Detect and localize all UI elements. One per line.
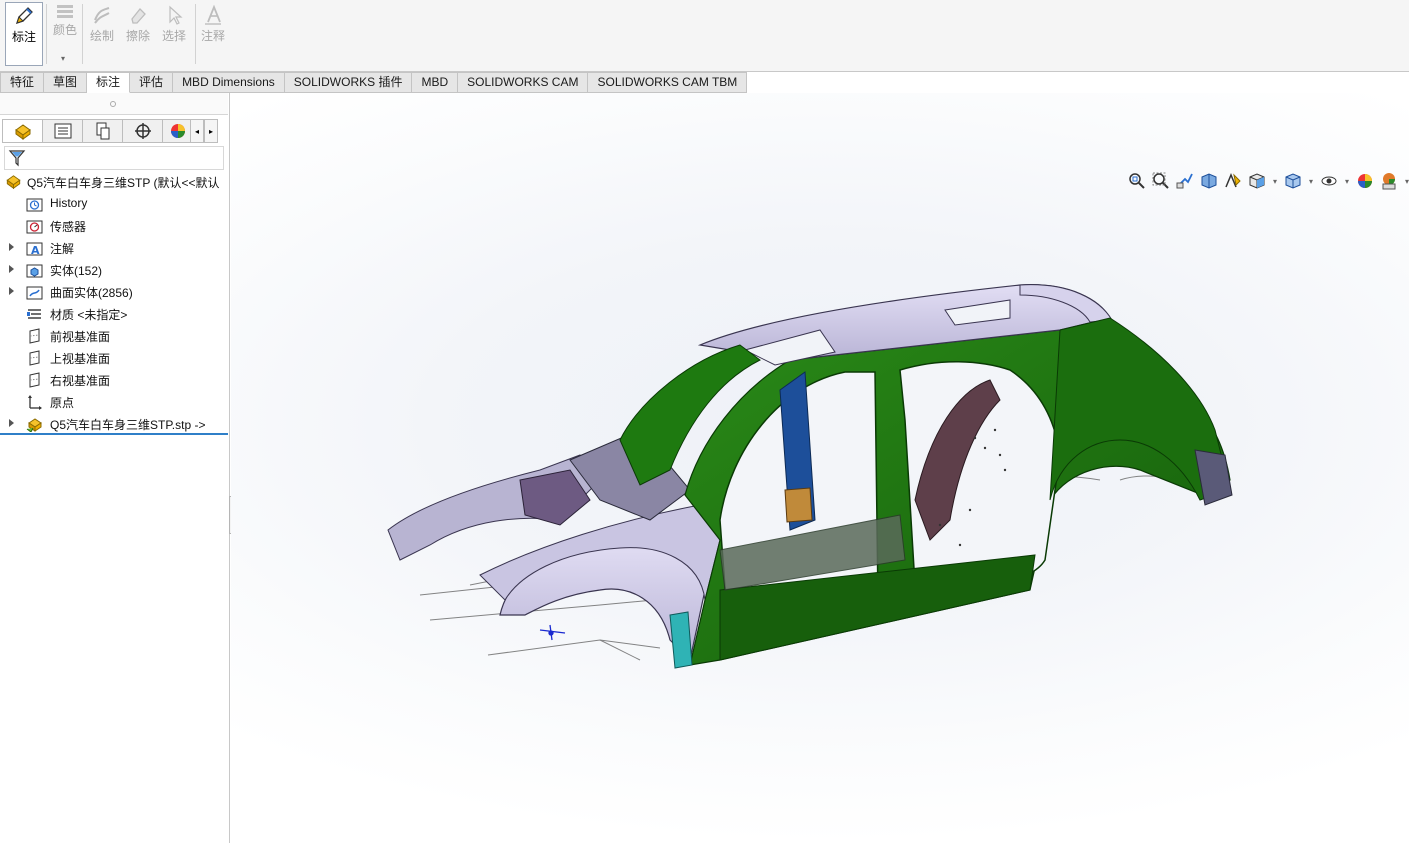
material-icon	[27, 309, 41, 319]
command-manager-tabs: 特征 草图 标注 评估 MBD Dimensions SOLIDWORKS 插件 MBD SO…	[0, 72, 748, 93]
tree-item[interactable]: 实体(152)	[0, 259, 228, 281]
filter-funnel-icon	[8, 150, 26, 167]
solidworks-window: 标注 颜色 ▾ 绘制 擦除 选择 注释 特征 草图 标注 评估 MBD Dime…	[0, 0, 1409, 843]
tree-item[interactable]: 前视基准面	[0, 325, 228, 347]
display-manager-tab-icon	[171, 124, 185, 138]
tab-2[interactable]: 标注	[87, 72, 131, 93]
tab-3[interactable]: 评估	[130, 72, 174, 93]
tab-5[interactable]: SOLIDWORKS 插件	[284, 72, 413, 93]
tab-7[interactable]: SOLIDWORKS CAM	[458, 72, 589, 93]
erase-button[interactable]: 擦除	[119, 2, 157, 66]
tree-item-label: 上视基准面	[50, 352, 111, 366]
tree-item-label: History	[50, 196, 88, 210]
plane-icon	[29, 372, 40, 388]
annotation-folder-icon: A	[26, 242, 43, 256]
manager-tabs: ◂ ▸	[2, 119, 218, 145]
solid-bodies-folder-icon	[26, 264, 43, 278]
origin-triad-icon	[539, 624, 566, 641]
color-lines-icon	[57, 5, 73, 18]
tree-item-label: 实体(152)	[50, 264, 103, 278]
tab-scroll-left-icon[interactable]: ◂	[190, 119, 204, 143]
tree-item-label: 曲面实体(2856)	[50, 286, 133, 300]
tree-item-label: 材质 <未指定>	[50, 308, 128, 322]
tab-4[interactable]: MBD Dimensions	[173, 72, 285, 93]
tree-item-label: 传感器	[50, 220, 87, 234]
tree-root-part[interactable]: Q5汽车白车身三维STP (默认<<默认	[0, 171, 228, 193]
tree-item-label: 原点	[50, 396, 75, 410]
expand-arrow-icon[interactable]	[9, 287, 14, 295]
tree-item[interactable]: Q5汽车白车身三维STP.stp ->	[0, 413, 228, 435]
draw-icon	[94, 7, 110, 24]
tab-8[interactable]: SOLIDWORKS CAM TBM	[588, 72, 748, 93]
tree-item[interactable]: History	[0, 193, 228, 215]
plane-icon	[29, 350, 40, 366]
tree-item[interactable]: 传感器	[0, 215, 228, 237]
tree-item-label: 前视基准面	[50, 330, 111, 344]
tree-item[interactable]: A 注解	[0, 237, 228, 259]
select-button[interactable]: 选择	[155, 2, 193, 66]
expand-arrow-icon[interactable]	[9, 419, 14, 427]
part-icon	[6, 175, 21, 190]
b-pillar-bracket	[784, 487, 813, 523]
tree-item[interactable]: 上视基准面	[0, 347, 228, 369]
tab-1[interactable]: 草图	[44, 72, 88, 93]
tree-item[interactable]: 材质 <未指定>	[0, 303, 228, 325]
tree-root-label: Q5汽车白车身三维STP (默认<<默认	[27, 176, 220, 190]
draw-button[interactable]: 绘制	[83, 2, 121, 66]
expand-arrow-icon[interactable]	[9, 243, 14, 251]
tree-item[interactable]: 原点	[0, 391, 228, 413]
tree-item-label: 注解	[50, 242, 75, 256]
tree-item-label: 右视基准面	[50, 374, 111, 388]
imported-part-icon	[26, 418, 42, 432]
feature-tree-filter[interactable]	[4, 146, 224, 170]
history-folder-icon	[26, 198, 43, 212]
erase-label: 擦除	[125, 29, 150, 43]
property-manager-tab[interactable]	[42, 119, 82, 143]
car-body-in-white-model[interactable]	[231, 93, 1409, 843]
expand-arrow-icon[interactable]	[9, 265, 14, 273]
select-arrow-icon	[169, 5, 183, 25]
display-manager-tab[interactable]	[162, 119, 190, 143]
configuration-manager-tab[interactable]	[82, 119, 122, 143]
tab-0[interactable]: 特征	[0, 72, 45, 93]
tab-scroll-right-icon[interactable]: ▸	[204, 119, 218, 143]
annotate-pen-icon	[15, 7, 33, 25]
tab-6[interactable]: MBD	[412, 72, 459, 93]
eraser-icon	[131, 8, 146, 24]
annotate-button[interactable]: 标注	[5, 2, 43, 66]
annotate-label: 标注	[11, 30, 36, 44]
origin-icon	[28, 395, 42, 410]
plane-icon	[29, 328, 40, 344]
configuration-manager-tab-icon	[96, 122, 109, 140]
note-icon	[205, 4, 221, 25]
tree-item[interactable]: 右视基准面	[0, 369, 228, 391]
graphics-area[interactable]: ▾▾▾▾▾	[231, 93, 1409, 843]
color-label: 颜色	[52, 23, 77, 37]
command-manager-ribbon: 标注 颜色 ▾ 绘制 擦除 选择 注释	[0, 0, 1409, 72]
front-teal-bracket	[669, 611, 693, 669]
property-manager-tab-icon	[54, 123, 71, 139]
surface-bodies-folder-icon	[26, 286, 43, 300]
draw-label: 绘制	[89, 29, 114, 43]
tree-item-label: Q5汽车白车身三维STP.stp ->	[50, 418, 206, 432]
sensor-folder-icon	[26, 220, 43, 234]
note-label: 注释	[200, 29, 225, 43]
note-button[interactable]: 注释	[194, 2, 232, 66]
svg-text:A: A	[31, 244, 40, 256]
dimxpert-tab[interactable]	[122, 119, 162, 143]
color-dropdown-caret-icon[interactable]: ▾	[61, 54, 65, 63]
tree-item[interactable]: 曲面实体(2856)	[0, 281, 228, 303]
feature-manager-panel: ◂ ▸ Q5汽车白车身三维STP (默认<<默认 History 传感器 A 注解实体(…	[0, 93, 230, 843]
select-label: 选择	[161, 29, 186, 43]
feature-manager-tab[interactable]	[2, 119, 42, 143]
dimxpert-tab-icon	[134, 123, 151, 139]
panel-grip[interactable]	[0, 93, 228, 115]
feature-tree: Q5汽车白车身三维STP (默认<<默认 History 传感器 A 注解实体(152)…	[0, 171, 228, 435]
feature-manager-tab-icon	[14, 124, 31, 140]
